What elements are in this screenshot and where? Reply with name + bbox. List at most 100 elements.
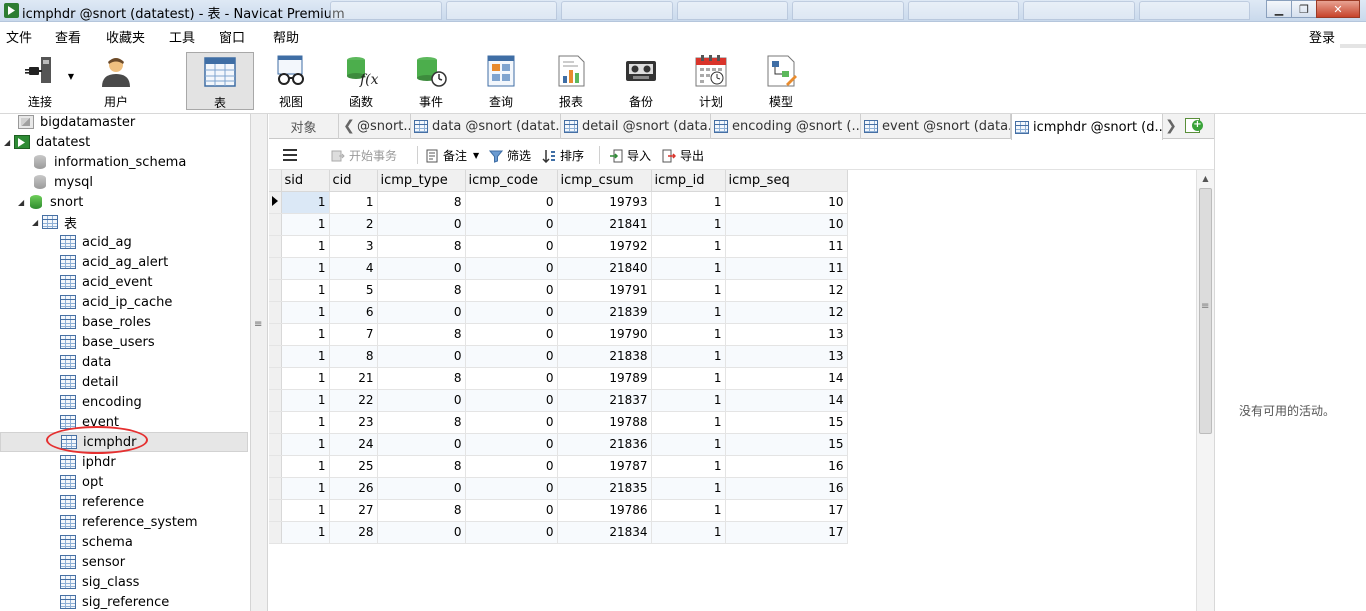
table-cell[interactable]: 10 [725, 191, 848, 214]
table-cell[interactable]: 0 [377, 521, 466, 544]
table-cell[interactable]: 1 [651, 323, 726, 346]
table-cell[interactable]: 11 [725, 257, 848, 280]
row-marker[interactable] [269, 345, 282, 368]
table-cell[interactable]: 1 [651, 191, 726, 214]
toolbar-model-button[interactable]: 模型 [747, 52, 815, 110]
scroll-up-icon[interactable]: ▲ [1197, 170, 1214, 186]
table-cell[interactable]: 5 [329, 279, 378, 302]
table-cell[interactable]: 8 [377, 367, 466, 390]
table-cell[interactable]: 1 [651, 521, 726, 544]
table-cell[interactable]: 27 [329, 499, 378, 522]
tree-table-item[interactable]: acid_event [50, 272, 153, 292]
toolbar-view-button[interactable]: 视图 [257, 52, 325, 110]
table-cell[interactable]: 1 [651, 499, 726, 522]
table-cell[interactable]: 2 [329, 213, 378, 236]
tree-db-information-schema[interactable]: information_schema [22, 152, 186, 172]
tab-event[interactable]: event @snort (data... [861, 114, 1011, 139]
table-cell[interactable]: 15 [725, 433, 848, 456]
table-cell[interactable]: 1 [651, 367, 726, 390]
table-row[interactable]: 1 26 0 0 21835 1 16 [269, 477, 848, 500]
table-row[interactable]: 1 27 8 0 19786 1 17 [269, 499, 848, 522]
row-marker[interactable] [269, 499, 282, 522]
login-link[interactable]: 登录 [1309, 27, 1335, 46]
row-marker[interactable] [269, 213, 282, 236]
table-cell[interactable]: 6 [329, 301, 378, 324]
table-cell[interactable]: 1 [281, 345, 330, 368]
row-marker[interactable] [269, 191, 282, 214]
tree-db-snort[interactable]: ◢ snort [18, 192, 83, 212]
column-header-cid[interactable]: cid [329, 170, 378, 192]
table-cell[interactable]: 0 [377, 433, 466, 456]
table-cell[interactable]: 0 [465, 411, 558, 434]
tree-table-item[interactable]: reference [50, 492, 144, 512]
tree-table-item[interactable]: base_roles [50, 312, 151, 332]
menu-favorites[interactable]: 收藏夹 [106, 27, 145, 46]
table-cell[interactable]: 1 [281, 499, 330, 522]
table-cell[interactable]: 0 [377, 389, 466, 412]
table-cell[interactable]: 1 [281, 433, 330, 456]
tree-table-item[interactable]: data [50, 352, 111, 372]
column-header-icmp-type[interactable]: icmp_type [377, 170, 466, 192]
table-cell[interactable]: 0 [465, 279, 558, 302]
table-cell[interactable]: 1 [281, 257, 330, 280]
scrollbar-thumb[interactable] [1199, 188, 1212, 434]
toolbar-query-button[interactable]: 查询 [467, 52, 535, 110]
table-row[interactable]: 1 2 0 0 21841 1 10 [269, 213, 848, 236]
table-cell[interactable]: 21 [329, 367, 378, 390]
table-cell[interactable]: 0 [465, 345, 558, 368]
table-cell[interactable]: 0 [465, 301, 558, 324]
table-cell[interactable]: 19790 [557, 323, 652, 346]
row-marker[interactable] [269, 257, 282, 280]
tree-table-item[interactable]: sig_class [50, 572, 139, 592]
expanded-arrow-icon[interactable]: ◢ [32, 218, 42, 227]
table-cell[interactable]: 1 [281, 279, 330, 302]
sort-button[interactable]: 排序 [542, 147, 584, 164]
table-row[interactable]: 1 8 0 0 21838 1 13 [269, 345, 848, 368]
table-cell[interactable]: 0 [377, 257, 466, 280]
table-row[interactable]: 1 25 8 0 19787 1 16 [269, 455, 848, 478]
table-cell[interactable]: 15 [725, 411, 848, 434]
tree-connection-bigdatamaster[interactable]: bigdatamaster [8, 114, 135, 132]
tree-table-item[interactable]: acid_ip_cache [50, 292, 172, 312]
table-cell[interactable]: 1 [651, 433, 726, 456]
tree-table-item[interactable]: sig_reference [50, 592, 169, 611]
table-cell[interactable]: 1 [651, 301, 726, 324]
table-cell[interactable]: 26 [329, 477, 378, 500]
table-cell[interactable]: 19793 [557, 191, 652, 214]
table-cell[interactable]: 1 [651, 257, 726, 280]
tree-table-item[interactable]: sensor [50, 552, 125, 572]
row-marker[interactable] [269, 367, 282, 390]
connect-dropdown-caret[interactable]: ▼ [68, 72, 74, 81]
row-marker[interactable] [269, 477, 282, 500]
table-row[interactable]: 1 1 8 0 19793 1 10 [269, 191, 848, 214]
table-cell[interactable]: 24 [329, 433, 378, 456]
table-cell[interactable]: 13 [725, 345, 848, 368]
table-cell[interactable]: 8 [377, 279, 466, 302]
column-header-icmp-code[interactable]: icmp_code [465, 170, 558, 192]
table-cell[interactable]: 0 [465, 235, 558, 258]
new-tab-icon[interactable] [1185, 118, 1203, 134]
filter-button[interactable]: 筛选 [489, 147, 531, 164]
table-cell[interactable]: 28 [329, 521, 378, 544]
table-cell[interactable]: 10 [725, 213, 848, 236]
row-marker[interactable] [269, 389, 282, 412]
table-cell[interactable]: 0 [377, 301, 466, 324]
tab-objects[interactable]: 对象 [269, 114, 339, 139]
table-cell[interactable]: 22 [329, 389, 378, 412]
table-cell[interactable]: 0 [465, 521, 558, 544]
tab-scroll-left-icon[interactable]: ❮ [341, 116, 357, 136]
table-cell[interactable]: 1 [281, 323, 330, 346]
toolbar-report-button[interactable]: 报表 [537, 52, 605, 110]
tab-scroll-right-icon[interactable]: ❯ [1163, 116, 1179, 136]
toolbar-table-button[interactable]: 表 [186, 52, 254, 110]
row-marker[interactable] [269, 455, 282, 478]
tab-icmphdr[interactable]: icmphdr @snort (d... [1011, 114, 1163, 140]
table-row[interactable]: 1 3 8 0 19792 1 11 [269, 235, 848, 258]
table-cell[interactable]: 0 [465, 367, 558, 390]
tree-connection-datatest[interactable]: ◢ datatest [4, 132, 90, 152]
table-cell[interactable]: 1 [281, 455, 330, 478]
table-cell[interactable]: 19786 [557, 499, 652, 522]
table-cell[interactable]: 25 [329, 455, 378, 478]
tree-table-item[interactable]: opt [50, 472, 103, 492]
table-cell[interactable]: 19791 [557, 279, 652, 302]
